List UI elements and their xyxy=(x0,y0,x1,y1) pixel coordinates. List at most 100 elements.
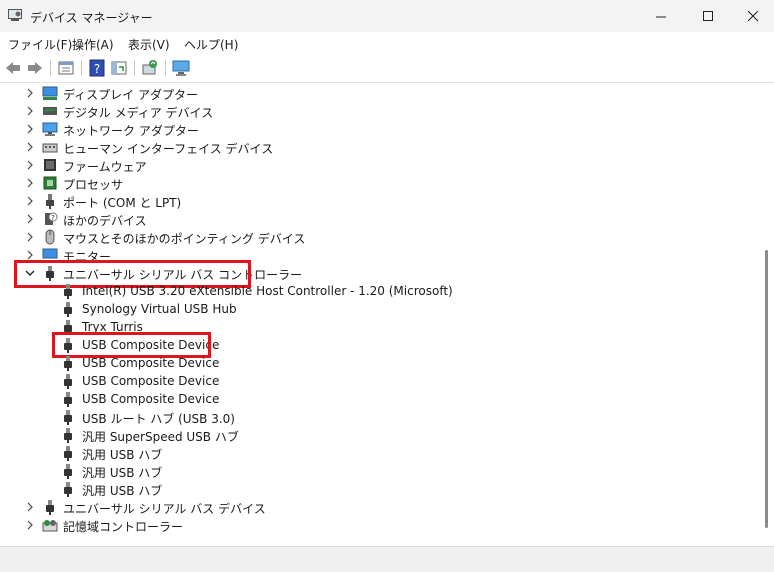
processor-icon xyxy=(43,176,57,190)
properties-icon[interactable] xyxy=(57,59,75,77)
chevron-right-icon[interactable] xyxy=(24,123,36,135)
unknown-device-icon: ? xyxy=(45,212,58,225)
usb-icon xyxy=(64,356,72,371)
menu-file[interactable]: ファイル(F) xyxy=(8,36,72,53)
tree-item-mice[interactable]: マウスとそのほかのポインティング デバイス xyxy=(0,228,760,246)
minimize-icon xyxy=(655,16,666,17)
tree-item-label: 汎用 USB ハブ xyxy=(82,484,163,498)
tree-item-display-adapters[interactable]: ディスプレイ アダプター xyxy=(0,84,760,102)
tree-item-label: 汎用 USB ハブ xyxy=(82,466,163,480)
tree-item-label: 汎用 USB ハブ xyxy=(82,448,163,462)
tree-item-label: 汎用 SuperSpeed USB ハブ xyxy=(82,430,239,444)
tree-item-hid[interactable]: ヒューマン インターフェイス デバイス xyxy=(0,138,760,156)
usb-icon xyxy=(46,500,54,515)
forward-icon[interactable] xyxy=(26,59,44,77)
menu-help[interactable]: ヘルプ(H) xyxy=(184,36,238,53)
usb-icon xyxy=(64,446,72,461)
tree-item-label: ほかのデバイス xyxy=(63,214,147,228)
toolbar-separator xyxy=(165,60,166,76)
toolbar-separator xyxy=(81,60,82,76)
chevron-right-icon[interactable] xyxy=(24,213,36,225)
svg-text:?: ? xyxy=(51,214,55,222)
help-icon[interactable]: ? xyxy=(88,59,106,77)
toolbar-separator xyxy=(134,60,135,76)
chevron-right-icon[interactable] xyxy=(24,141,36,153)
menu-view[interactable]: 表示(V) xyxy=(128,36,170,53)
chevron-right-icon[interactable] xyxy=(24,519,36,531)
maximize-icon xyxy=(702,10,713,21)
tree-item-label: USB ルート ハブ (USB 3.0) xyxy=(82,412,235,426)
scrollbar-thumb[interactable] xyxy=(765,250,768,528)
port-icon xyxy=(46,194,54,209)
tree-item-label: Synology Virtual USB Hub xyxy=(82,302,237,316)
update-driver-icon[interactable] xyxy=(141,59,159,77)
usb-icon xyxy=(64,410,72,425)
tree-item-usb-child[interactable]: 汎用 SuperSpeed USB ハブ xyxy=(0,426,760,444)
chevron-right-icon[interactable] xyxy=(24,501,36,513)
tree-item-label: デジタル メディア デバイス xyxy=(63,106,214,120)
svg-text:?: ? xyxy=(94,62,100,76)
tree-item-usb-child[interactable]: USB Composite Device xyxy=(0,390,760,408)
view-icon[interactable] xyxy=(110,59,128,77)
tree-item-label: プロセッサ xyxy=(63,178,124,192)
chevron-right-icon[interactable] xyxy=(24,231,36,243)
vertical-scrollbar[interactable] xyxy=(760,84,774,544)
device-tree[interactable]: ディスプレイ アダプター デジタル メディア デバイス ネットワーク アダプター… xyxy=(0,84,760,544)
tree-item-usb-child[interactable]: Synology Virtual USB Hub xyxy=(0,300,760,318)
tree-item-storage-controllers[interactable]: 記憶域コントローラー xyxy=(0,516,760,534)
display-adapter-icon xyxy=(42,86,58,100)
toolbar: ? xyxy=(0,54,774,83)
device-manager-icon xyxy=(8,9,22,21)
tree-item-label: マウスとそのほかのポインティング デバイス xyxy=(63,232,306,246)
usb-icon xyxy=(64,374,72,389)
title-bar: デバイス マネージャー xyxy=(0,0,774,32)
usb-icon xyxy=(64,302,72,317)
tree-item-usb-child[interactable]: USB Composite Device xyxy=(0,372,760,390)
menu-bar: ファイル(F) 操作(A) 表示(V) ヘルプ(H) xyxy=(0,32,774,54)
tree-item-label: ディスプレイ アダプター xyxy=(63,88,198,102)
back-icon[interactable] xyxy=(4,59,22,77)
tree-item-usb-child[interactable]: 汎用 USB ハブ xyxy=(0,444,760,462)
usb-icon xyxy=(64,392,72,407)
mouse-icon xyxy=(45,229,55,245)
menu-action[interactable]: 操作(A) xyxy=(72,36,114,53)
chevron-right-icon[interactable] xyxy=(24,105,36,117)
tree-item-processors[interactable]: プロセッサ xyxy=(0,174,760,192)
close-button[interactable] xyxy=(730,0,774,32)
window-title: デバイス マネージャー xyxy=(30,11,153,25)
tree-item-ports[interactable]: ポート (COM と LPT) xyxy=(0,192,760,210)
tree-item-usb-child[interactable]: 汎用 USB ハブ xyxy=(0,462,760,480)
close-icon xyxy=(747,10,758,21)
tree-item-label: ファームウェア xyxy=(63,160,147,174)
minimize-button[interactable] xyxy=(638,0,684,32)
chevron-right-icon[interactable] xyxy=(24,195,36,207)
scan-hardware-icon[interactable] xyxy=(172,59,190,77)
tree-item-other-devices[interactable]: ? ほかのデバイス xyxy=(0,210,760,228)
tree-item-network-adapters[interactable]: ネットワーク アダプター xyxy=(0,120,760,138)
tree-item-label: ヒューマン インターフェイス デバイス xyxy=(63,142,274,156)
tree-item-usb-child[interactable]: USB ルート ハブ (USB 3.0) xyxy=(0,408,760,426)
chevron-right-icon[interactable] xyxy=(24,87,36,99)
firmware-icon xyxy=(44,159,56,171)
tree-item-label: ユニバーサル シリアル バス デバイス xyxy=(63,502,266,516)
tree-item-label: ポート (COM と LPT) xyxy=(63,196,182,210)
tree-item-label: ネットワーク アダプター xyxy=(63,124,199,138)
tree-item-label: USB Composite Device xyxy=(82,392,220,406)
tree-item-label: USB Composite Device xyxy=(82,374,220,388)
tree-item-usb-child[interactable]: 汎用 USB ハブ xyxy=(0,480,760,498)
tree-item-label: Intel(R) USB 3.20 eXtensible Host Contro… xyxy=(82,284,453,298)
chevron-right-icon[interactable] xyxy=(24,159,36,171)
tree-item-usb-child[interactable]: Intel(R) USB 3.20 eXtensible Host Contro… xyxy=(0,282,760,300)
tree-item-firmware[interactable]: ファームウェア xyxy=(0,156,760,174)
tree-item-label: 記憶域コントローラー xyxy=(63,520,184,534)
status-bar xyxy=(0,546,774,572)
toolbar-separator xyxy=(50,60,51,76)
hid-icon xyxy=(42,143,58,153)
maximize-button[interactable] xyxy=(685,0,731,32)
tree-item-digital-media[interactable]: デジタル メディア デバイス xyxy=(0,102,760,120)
usb-icon xyxy=(64,284,72,299)
network-adapter-icon xyxy=(42,122,58,136)
tree-item-usb-child[interactable]: USB Composite Device xyxy=(0,354,760,372)
chevron-right-icon[interactable] xyxy=(24,177,36,189)
tree-item-usb-devices[interactable]: ユニバーサル シリアル バス デバイス xyxy=(0,498,760,516)
